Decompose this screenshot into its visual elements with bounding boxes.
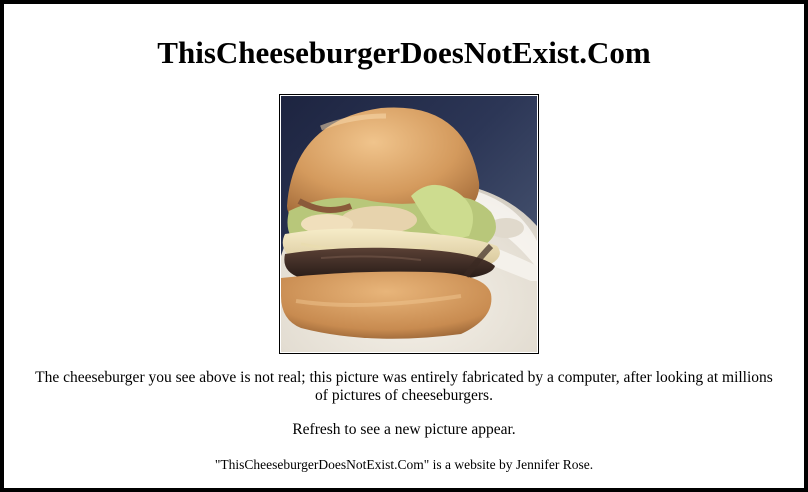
cheeseburger-image <box>281 96 537 352</box>
refresh-instruction: Refresh to see a new picture appear. <box>292 421 516 438</box>
cheeseburger-image-frame <box>279 94 539 354</box>
page-frame: ThisCheeseburgerDoesNotExist.Com The che… <box>0 0 808 492</box>
site-credit: "ThisCheeseburgerDoesNotExist.Com" is a … <box>214 457 594 472</box>
page-title: ThisCheeseburgerDoesNotExist.Com <box>157 35 651 70</box>
description-text: The cheeseburger you see above is not re… <box>35 369 773 404</box>
